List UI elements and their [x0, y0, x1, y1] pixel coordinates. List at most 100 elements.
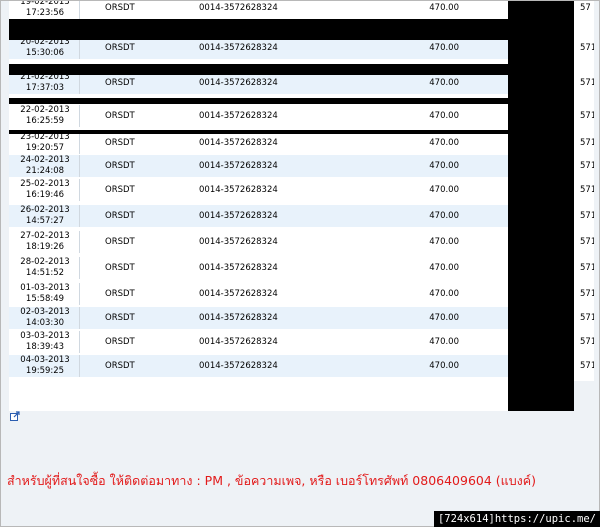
reference-cell: 571 — [580, 361, 594, 371]
date-cell: 24-02-2013 21:24:08 — [13, 155, 77, 177]
code-cell: ORSDT — [105, 42, 135, 53]
amount-cell: 470.00 — [429, 210, 459, 221]
cell-divider — [79, 132, 80, 154]
code-cell: ORSDT — [105, 160, 135, 171]
transaction-table: 19-02-2013 17:23:56 ORSDT 0014-357262832… — [9, 1, 574, 411]
date-text: 19-02-2013 — [20, 1, 70, 7]
date-cell: 27-02-2013 18:19:26 — [13, 231, 77, 253]
reference-cell: 571 — [580, 161, 594, 171]
table-row: 22-02-2013 16:25:59 ORSDT 0014-357262832… — [9, 105, 574, 127]
code-cell: ORSDT — [105, 236, 135, 247]
image-watermark: [724x614]https://upic.me/ — [433, 511, 600, 527]
reference-cell: 571 — [580, 185, 594, 195]
amount-cell: 470.00 — [429, 137, 459, 148]
table-row: 23-02-2013 19:20:57 ORSDT 0014-357262832… — [9, 132, 574, 154]
date-text: 01-03-2013 — [20, 283, 70, 293]
amount-cell: 470.00 — [429, 42, 459, 53]
cell-divider — [79, 355, 80, 377]
external-link-icon[interactable] — [10, 411, 20, 421]
reference-column: 57 571 571 571 571 571 571 571 571 571 571 571 571 57… — [574, 1, 594, 381]
time-text: 14:51:52 — [25, 268, 65, 278]
table-row: 24-02-2013 21:24:08 ORSDT 0014-357262832… — [9, 155, 574, 177]
account-cell: 0014-3572628324 — [199, 236, 278, 247]
date-cell: 22-02-2013 16:25:59 — [13, 105, 77, 127]
account-cell: 0014-3572628324 — [199, 312, 278, 323]
time-text: 15:30:06 — [25, 48, 65, 58]
date-text: 02-03-2013 — [20, 307, 70, 317]
reference-cell: 571 — [580, 211, 594, 221]
reference-cell: 571 — [580, 138, 594, 148]
table-row: 27-02-2013 18:19:26 ORSDT 0014-357262832… — [9, 231, 574, 253]
account-cell: 0014-3572628324 — [199, 2, 278, 13]
date-cell: 19-02-2013 17:23:56 — [13, 1, 77, 19]
redaction-bar — [9, 64, 574, 75]
amount-cell: 470.00 — [429, 262, 459, 273]
reference-cell: 571 — [580, 43, 594, 53]
cell-divider — [79, 257, 80, 279]
account-cell: 0014-3572628324 — [199, 110, 278, 121]
date-cell: 20-02-2013 15:30:06 — [13, 37, 77, 59]
amount-cell: 470.00 — [429, 77, 459, 88]
account-cell: 0014-3572628324 — [199, 336, 278, 347]
account-cell: 0014-3572628324 — [199, 210, 278, 221]
code-cell: ORSDT — [105, 360, 135, 371]
code-cell: ORSDT — [105, 210, 135, 221]
account-cell: 0014-3572628324 — [199, 137, 278, 148]
time-text: 14:03:30 — [25, 318, 65, 328]
account-cell: 0014-3572628324 — [199, 184, 278, 195]
time-text: 18:19:26 — [25, 242, 65, 252]
date-cell: 26-02-2013 14:57:27 — [13, 205, 77, 227]
date-text: 04-03-2013 — [20, 355, 70, 365]
account-cell: 0014-3572628324 — [199, 262, 278, 273]
date-text: 22-02-2013 — [20, 105, 70, 115]
account-cell: 0014-3572628324 — [199, 360, 278, 371]
code-cell: ORSDT — [105, 288, 135, 299]
contact-message: สำหรับผู้ที่สนใจซื้อ ให้ติดต่อมาทาง : PM… — [7, 473, 536, 488]
table-row: 04-03-2013 19:59:25 ORSDT 0014-357262832… — [9, 355, 574, 377]
cell-divider — [79, 155, 80, 177]
redaction-column — [508, 1, 574, 411]
date-text: 03-03-2013 — [20, 331, 70, 341]
redaction-bar — [9, 98, 574, 104]
code-cell: ORSDT — [105, 184, 135, 195]
cell-divider — [79, 37, 80, 59]
time-text: 19:59:25 — [25, 366, 65, 376]
code-cell: ORSDT — [105, 262, 135, 273]
date-cell: 23-02-2013 19:20:57 — [13, 132, 77, 154]
cell-divider — [79, 283, 80, 305]
table-row: 28-02-2013 14:51:52 ORSDT 0014-357262832… — [9, 257, 574, 279]
amount-cell: 470.00 — [429, 288, 459, 299]
reference-cell: 571 — [580, 289, 594, 299]
date-cell: 25-02-2013 16:19:46 — [13, 179, 77, 201]
amount-cell: 470.00 — [429, 336, 459, 347]
time-text: 16:25:59 — [25, 116, 65, 126]
table-row: 26-02-2013 14:57:27 ORSDT 0014-357262832… — [9, 205, 574, 227]
reference-cell: 571 — [580, 337, 594, 347]
date-text: 26-02-2013 — [20, 205, 70, 215]
amount-cell: 470.00 — [429, 360, 459, 371]
account-cell: 0014-3572628324 — [199, 288, 278, 299]
date-cell: 03-03-2013 18:39:43 — [13, 331, 77, 353]
code-cell: ORSDT — [105, 2, 135, 13]
amount-cell: 470.00 — [429, 184, 459, 195]
account-cell: 0014-3572628324 — [199, 160, 278, 171]
reference-cell: 571 — [580, 111, 594, 121]
date-cell: 21-02-2013 17:37:03 — [13, 72, 77, 94]
amount-cell: 470.00 — [429, 312, 459, 323]
time-text: 17:37:03 — [25, 83, 65, 93]
table-row: 02-03-2013 14:03:30 ORSDT 0014-357262832… — [9, 307, 574, 329]
amount-cell: 470.00 — [429, 236, 459, 247]
date-cell: 02-03-2013 14:03:30 — [13, 307, 77, 329]
time-text: 19:20:57 — [25, 143, 65, 153]
time-text: 16:19:46 — [25, 190, 65, 200]
cell-divider — [79, 105, 80, 127]
cell-divider — [79, 1, 80, 19]
screenshot-frame: 19-02-2013 17:23:56 ORSDT 0014-357262832… — [0, 0, 600, 527]
time-text: 15:58:49 — [25, 294, 65, 304]
redaction-bar — [9, 130, 574, 134]
reference-cell: 571 — [580, 78, 594, 88]
account-cell: 0014-3572628324 — [199, 77, 278, 88]
table-row: 19-02-2013 17:23:56 ORSDT 0014-357262832… — [9, 1, 574, 19]
table-row: 25-02-2013 16:19:46 ORSDT 0014-357262832… — [9, 179, 574, 201]
code-cell: ORSDT — [105, 77, 135, 88]
